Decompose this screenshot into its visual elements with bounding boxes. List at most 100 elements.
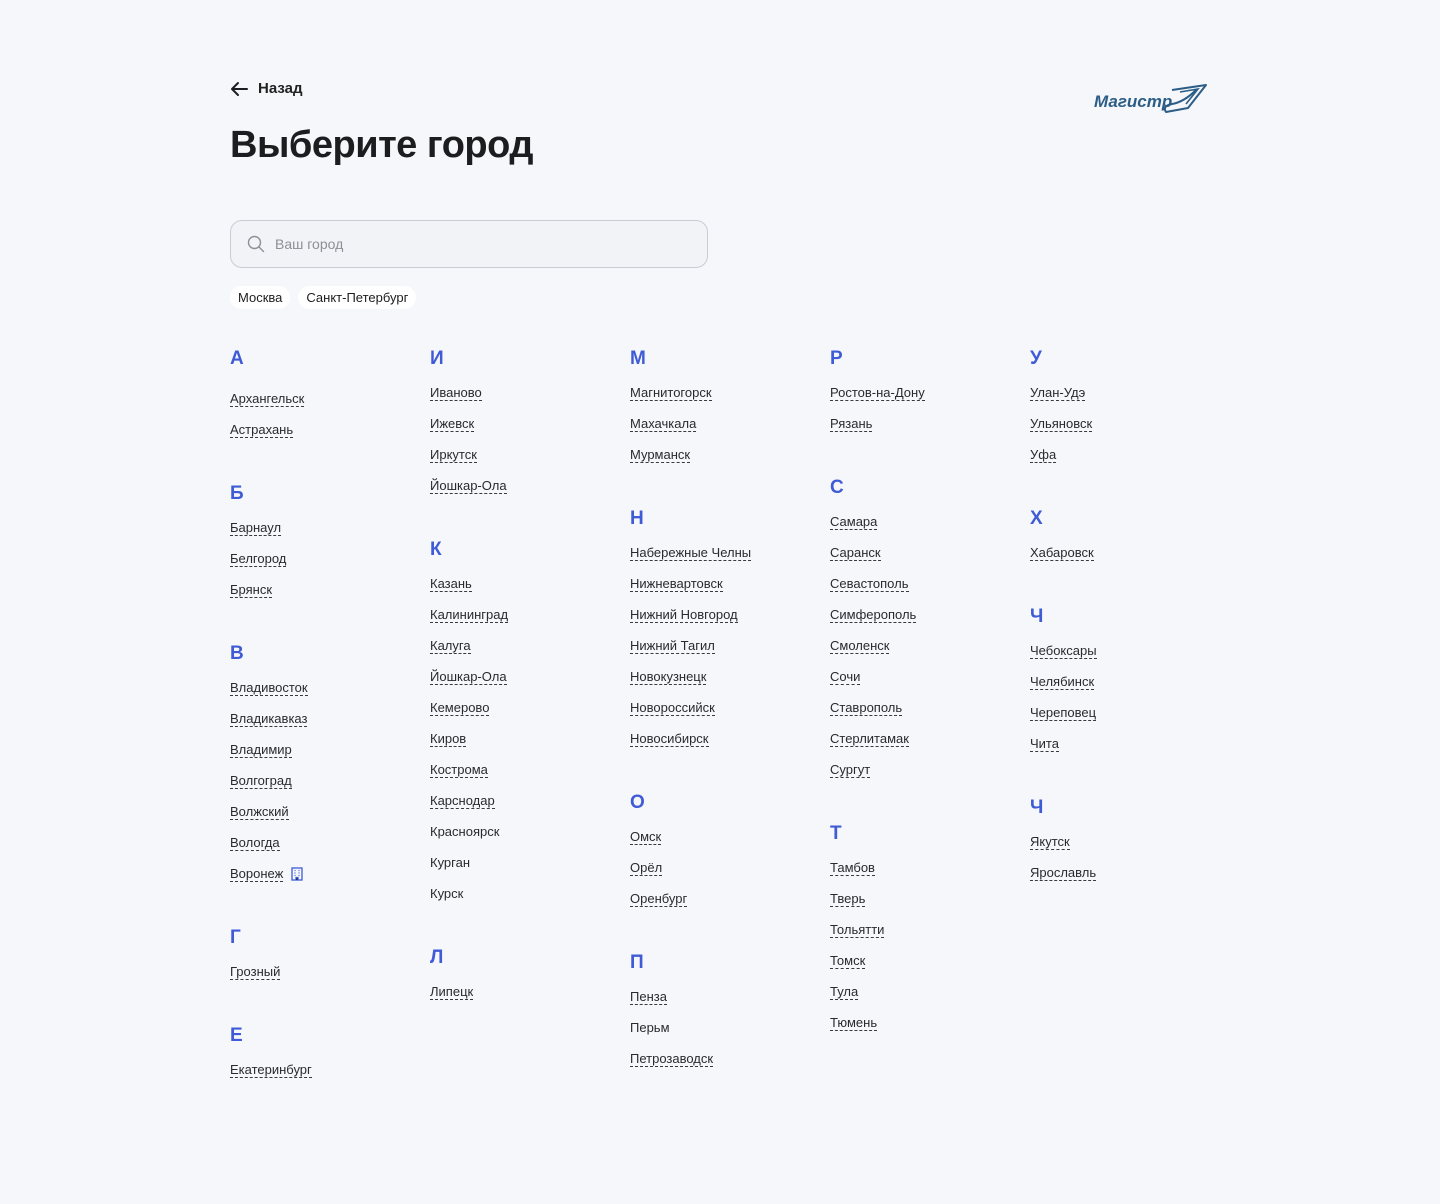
logo[interactable]: Магистр: [1092, 80, 1212, 120]
city-link[interactable]: Вологда: [230, 835, 280, 851]
city-link[interactable]: Тула: [830, 984, 859, 1000]
city-link[interactable]: Киров: [430, 731, 467, 747]
city-link[interactable]: Томск: [830, 953, 866, 969]
search-input[interactable]: [273, 235, 677, 253]
city-link[interactable]: Казань: [430, 576, 472, 592]
city-link[interactable]: Йошкар-Ола: [430, 669, 507, 685]
city-link[interactable]: Иркутск: [430, 447, 477, 463]
city-link[interactable]: Рязань: [830, 416, 873, 432]
letter-group: М Магнитогорск Махачкала Мурманск: [630, 348, 820, 478]
arrow-left-icon: [231, 81, 248, 96]
city-link[interactable]: Калуга: [430, 638, 471, 654]
city-link[interactable]: Карснодар: [430, 793, 495, 809]
city-link[interactable]: Чебоксары: [1030, 643, 1097, 659]
city-item: Калининград: [430, 607, 620, 638]
city-column-5: У Улан-Удэ Ульяновск Уфа Х Хабаровск Ч Чебоксар…: [1030, 348, 1220, 926]
city-link[interactable]: Липецк: [430, 984, 474, 1000]
city-link[interactable]: Тюмень: [830, 1015, 878, 1031]
city-link[interactable]: Ростов-на-Дону: [830, 385, 925, 401]
city-link[interactable]: Воронеж: [230, 866, 284, 882]
city-link[interactable]: Магнитогорск: [630, 385, 712, 401]
city-link[interactable]: Набережные Челны: [630, 545, 752, 561]
city-link[interactable]: Хабаровск: [1030, 545, 1094, 561]
city-link[interactable]: Тверь: [830, 891, 866, 907]
city-item: Чебоксары: [1030, 643, 1220, 674]
city-link[interactable]: Брянск: [230, 582, 273, 598]
city-item: Владикавказ: [230, 711, 420, 742]
city-link[interactable]: Архангельск: [230, 391, 305, 407]
city-item: Владивосток: [230, 680, 420, 711]
city-link[interactable]: Красноярск: [430, 824, 499, 839]
city-link[interactable]: Саранск: [830, 545, 881, 561]
city-link[interactable]: Стерлитамак: [830, 731, 909, 747]
city-link[interactable]: Белгород: [230, 551, 287, 567]
city-item: Ижевск: [430, 416, 620, 447]
city-link[interactable]: Череповец: [1030, 705, 1097, 721]
city-link[interactable]: Курск: [430, 886, 463, 901]
popular-city-chip[interactable]: Санкт-Петербург: [298, 286, 417, 309]
city-link[interactable]: Нижний Тагил: [630, 638, 715, 654]
city-item: Новороссийск: [630, 700, 820, 731]
city-link[interactable]: Сургут: [830, 762, 871, 778]
city-item: Брянск: [230, 582, 420, 613]
city-link[interactable]: Кемерово: [430, 700, 490, 716]
city-link[interactable]: Тамбов: [830, 860, 875, 876]
back-button[interactable]: Назад: [230, 80, 302, 97]
city-link[interactable]: Нижневартовск: [630, 576, 723, 592]
popular-city-chip[interactable]: Москва: [230, 286, 291, 309]
city-link[interactable]: Новороссийск: [630, 700, 715, 716]
city-item: Ульяновск: [1030, 416, 1220, 447]
city-link[interactable]: Барнаул: [230, 520, 282, 536]
city-link[interactable]: Самара: [830, 514, 878, 530]
city-link[interactable]: Ульяновск: [1030, 416, 1093, 432]
city-link[interactable]: Уфа: [1030, 447, 1057, 463]
city-item: Воронеж: [230, 866, 420, 897]
city-link[interactable]: Грозный: [230, 964, 281, 980]
city-link[interactable]: Сочи: [830, 669, 861, 685]
city-link[interactable]: Владимир: [230, 742, 292, 758]
city-link[interactable]: Ставрополь: [830, 700, 903, 716]
city-item: Чита: [1030, 736, 1220, 767]
city-link[interactable]: Челябинск: [1030, 674, 1095, 690]
city-link[interactable]: Орёл: [630, 860, 663, 876]
city-link[interactable]: Перьм: [630, 1020, 670, 1035]
city-item: Красноярск: [430, 824, 620, 855]
letter-group: Е Екатеринбург: [230, 1025, 420, 1093]
city-link[interactable]: Ижевск: [430, 416, 475, 432]
city-item: Иваново: [430, 385, 620, 416]
city-link[interactable]: Волжский: [230, 804, 289, 820]
city-link[interactable]: Владивосток: [230, 680, 308, 696]
city-link[interactable]: Севастополь: [830, 576, 909, 592]
city-link[interactable]: Кострома: [430, 762, 488, 778]
city-link[interactable]: Владикавказ: [230, 711, 308, 727]
city-link[interactable]: Тольятти: [830, 922, 885, 938]
city-link[interactable]: Новосибирск: [630, 731, 709, 747]
city-item: Липецк: [430, 984, 620, 1015]
city-link[interactable]: Екатеринбург: [230, 1062, 312, 1078]
city-link[interactable]: Астрахань: [230, 422, 294, 438]
city-link[interactable]: Курган: [430, 855, 470, 870]
city-link[interactable]: Йошкар-Ола: [430, 478, 507, 494]
city-item: Улан-Удэ: [1030, 385, 1220, 416]
city-link[interactable]: Якутск: [1030, 834, 1070, 850]
city-link[interactable]: Иваново: [430, 385, 482, 401]
city-link[interactable]: Ярославль: [1030, 865, 1097, 881]
letter-group: Р Ростов-на-Дону Рязань: [830, 348, 1020, 447]
city-link[interactable]: Пенза: [630, 989, 667, 1005]
city-link[interactable]: Симферополь: [830, 607, 917, 623]
city-link[interactable]: Омск: [630, 829, 662, 845]
city-link[interactable]: Мурманск: [630, 447, 691, 463]
city-link[interactable]: Махачкала: [630, 416, 697, 432]
city-column-2: И Иваново Ижевск Иркутск Йошкар-Ола К Казань Ка…: [430, 348, 620, 1045]
city-link[interactable]: Оренбург: [630, 891, 688, 907]
city-link[interactable]: Улан-Удэ: [1030, 385, 1086, 401]
city-item: Курган: [430, 855, 620, 886]
city-link[interactable]: Чита: [1030, 736, 1059, 752]
city-link[interactable]: Петрозаводск: [630, 1051, 714, 1067]
city-link[interactable]: Нижний Новгород: [630, 607, 738, 623]
city-link[interactable]: Калининград: [430, 607, 509, 623]
city-link[interactable]: Новокузнецк: [630, 669, 707, 685]
city-link[interactable]: Волгоград: [230, 773, 292, 789]
search-field[interactable]: [230, 220, 708, 268]
city-link[interactable]: Смоленск: [830, 638, 890, 654]
